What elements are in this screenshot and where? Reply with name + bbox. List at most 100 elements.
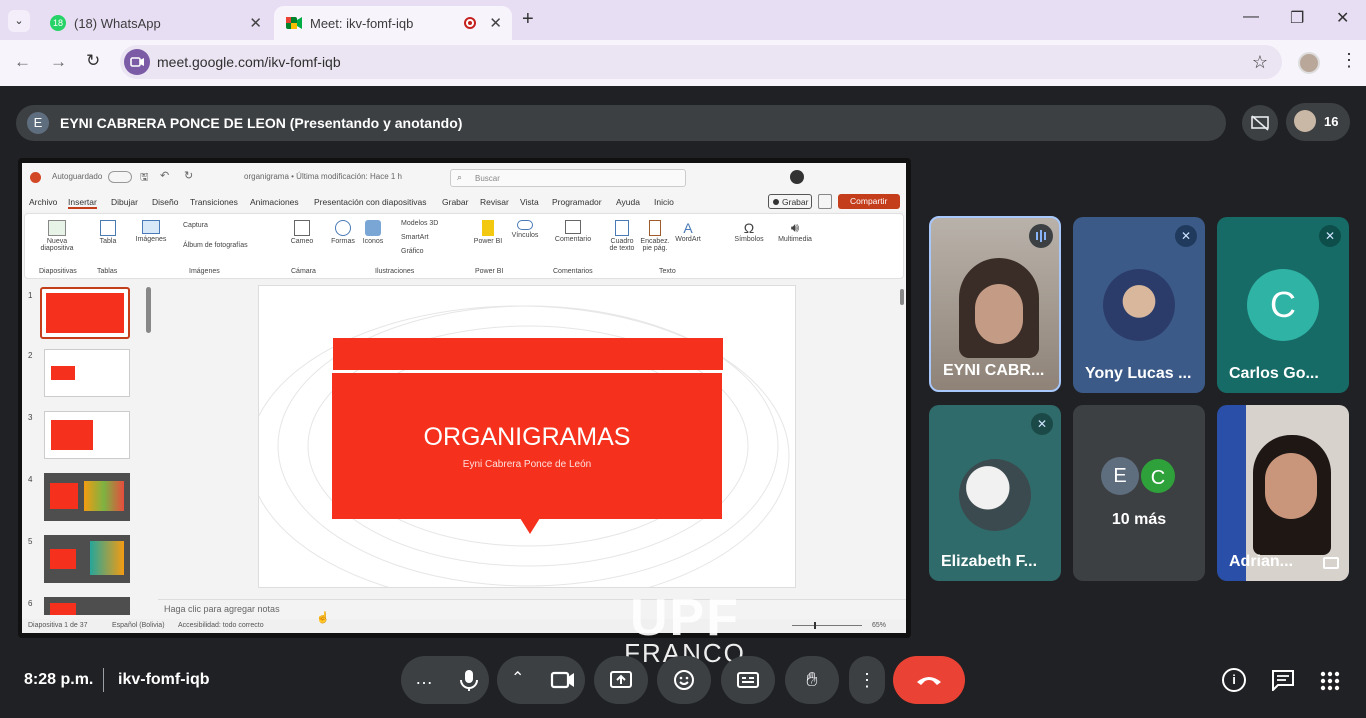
camera-button[interactable]: [543, 660, 583, 700]
ribbon-captura[interactable]: Captura: [183, 222, 208, 229]
captions-button[interactable]: [721, 656, 775, 704]
ribbon-grafico[interactable]: Gráfico: [401, 248, 424, 255]
menu-insertar[interactable]: Insertar: [68, 197, 97, 209]
menu-animaciones[interactable]: Animaciones: [250, 197, 299, 207]
ribbon-simbolos[interactable]: Ω Símbolos: [731, 220, 767, 243]
slide-number: 2: [28, 351, 33, 360]
menu-programador[interactable]: Programador: [552, 197, 602, 207]
video-options-icon[interactable]: ⌃: [511, 668, 524, 688]
tab-meet[interactable]: Meet: ikv-fomf-iqb ✕: [274, 6, 512, 40]
meeting-details-icon[interactable]: i: [1222, 668, 1246, 692]
slide-title-bar: [333, 338, 723, 370]
participants-button[interactable]: 16: [1286, 103, 1350, 141]
thumbnail-scrollbar[interactable]: [146, 287, 151, 333]
participant-tile-carlos[interactable]: C ✕ Carlos Go...: [1217, 217, 1349, 393]
ribbon-cameo[interactable]: Cameo: [287, 220, 317, 245]
participant-tile-adrian[interactable]: Adrian...: [1217, 405, 1349, 581]
ribbon-wordart[interactable]: A WordArt: [673, 220, 703, 243]
hide-presentation-button[interactable]: [1242, 105, 1278, 141]
participant-avatar: C: [1247, 269, 1319, 341]
share-button[interactable]: Compartir: [838, 194, 900, 209]
microphone-button[interactable]: [449, 660, 489, 700]
raise-hand-button[interactable]: ✋︎: [785, 656, 839, 704]
forward-icon[interactable]: →: [50, 52, 67, 72]
profile-avatar[interactable]: [1298, 52, 1320, 74]
notes-pane[interactable]: Haga clic para agregar notas: [158, 599, 906, 617]
ribbon-power-bi[interactable]: Power BI: [473, 220, 503, 245]
browser-menu-icon[interactable]: ⋮: [1340, 50, 1358, 71]
menu-presentacion[interactable]: Presentación con diapositivas: [314, 197, 426, 207]
more-participants-tile[interactable]: E C 10 más: [1073, 405, 1205, 581]
bookmark-star-icon[interactable]: ☆: [1252, 52, 1268, 73]
menu-transiciones[interactable]: Transiciones: [190, 197, 238, 207]
reactions-button[interactable]: [657, 656, 711, 704]
present-screen-button[interactable]: [594, 656, 648, 704]
more-options-button[interactable]: ⋮: [849, 656, 885, 704]
ribbon-nueva-diapositiva[interactable]: Nueva diapositiva: [35, 220, 79, 252]
ribbon-group-camara: Cámara: [291, 268, 316, 275]
menu-vista[interactable]: Vista: [520, 197, 539, 207]
chat-icon[interactable]: [1271, 669, 1295, 696]
back-icon[interactable]: ←: [14, 52, 31, 72]
ribbon-multimedia[interactable]: 🔊︎ Multimedia: [775, 220, 815, 243]
undo-icon[interactable]: ↶: [160, 169, 169, 182]
ribbon-smartart[interactable]: SmartArt: [401, 234, 429, 241]
presentation-stage[interactable]: Autoguardado 🖫 ↶ ↻ organigrama • Última …: [18, 158, 911, 638]
leave-call-button[interactable]: [893, 656, 965, 704]
zoom-slider[interactable]: [792, 622, 862, 629]
slide-thumbnail-6[interactable]: [44, 597, 130, 615]
participant-tile-eyni[interactable]: EYNI CABR...: [929, 216, 1061, 392]
activities-grid-icon[interactable]: [1320, 671, 1340, 696]
ribbon-cuadro-texto[interactable]: Cuadro de texto: [607, 220, 637, 252]
ppt-search-box[interactable]: ⌕ Buscar: [450, 169, 686, 187]
ribbon-formas[interactable]: Formas: [329, 220, 357, 245]
address-bar[interactable]: meet.google.com/ikv-fomf-iqb ☆: [120, 45, 1282, 79]
menu-dibujar[interactable]: Dibujar: [111, 197, 138, 207]
pip-icon[interactable]: [1323, 557, 1339, 569]
reload-icon[interactable]: ↻: [86, 51, 100, 71]
close-tab-icon[interactable]: ✕: [489, 14, 502, 32]
ribbon-tabla[interactable]: Tabla: [93, 220, 123, 245]
menu-revisar[interactable]: Revisar: [480, 197, 509, 207]
ribbon-vinculos[interactable]: Vínculos: [509, 220, 541, 239]
slide-thumbnail-5[interactable]: [44, 535, 130, 583]
redo-icon[interactable]: ↻: [184, 169, 193, 182]
slide-canvas[interactable]: ORGANIGRAMAS Eyni Cabrera Ponce de León: [258, 285, 796, 588]
menu-ayuda[interactable]: Ayuda: [616, 197, 640, 207]
comment-icon: [565, 220, 581, 234]
maximize-icon[interactable]: ❐: [1290, 8, 1304, 28]
meeting-code: ikv-fomf-iqb: [118, 671, 210, 688]
autosave-toggle[interactable]: [108, 171, 132, 183]
tab-whatsapp[interactable]: 18 (18) WhatsApp ✕: [38, 6, 272, 40]
tab-search-chevron-icon[interactable]: ⌄: [8, 10, 30, 32]
menu-diseno[interactable]: Diseño: [152, 197, 178, 207]
save-icon[interactable]: 🖫: [140, 170, 149, 187]
comments-icon[interactable]: [818, 194, 832, 209]
close-tab-icon[interactable]: ✕: [249, 14, 262, 32]
menu-archivo[interactable]: Archivo: [29, 197, 57, 207]
autosave-label: Autoguardado: [52, 172, 103, 181]
slide-thumbnail-1[interactable]: [40, 287, 130, 339]
slide-thumbnail-3[interactable]: [44, 411, 130, 459]
slide-thumbnail-2[interactable]: [44, 349, 130, 397]
status-accessibility[interactable]: Accesibilidad: todo correcto: [178, 622, 264, 629]
audio-options-icon[interactable]: …: [415, 668, 433, 689]
slide-thumbnail-4[interactable]: [44, 473, 130, 521]
ribbon-iconos[interactable]: Iconos: [359, 220, 387, 245]
ribbon-comentario[interactable]: Comentario: [551, 220, 595, 243]
window-close-icon[interactable]: ✕: [1336, 8, 1349, 28]
site-info-icon[interactable]: [124, 49, 150, 75]
new-tab-button[interactable]: +: [522, 8, 534, 31]
participant-tile-yony[interactable]: ✕ Yony Lucas ...: [1073, 217, 1205, 393]
ribbon-modelos-3d[interactable]: Modelos 3D: [401, 220, 438, 227]
participant-tile-elizabeth[interactable]: ✕ Elizabeth F...: [929, 405, 1061, 581]
record-button[interactable]: Grabar: [768, 194, 812, 209]
menu-inicio[interactable]: Inicio: [654, 197, 674, 207]
menu-grabar[interactable]: Grabar: [442, 197, 468, 207]
user-avatar[interactable]: [790, 170, 804, 184]
ribbon-album[interactable]: Álbum de fotografías: [183, 242, 248, 249]
slide-scrollbar[interactable]: [900, 289, 904, 305]
minimize-icon[interactable]: —: [1243, 8, 1259, 26]
ribbon-imagenes[interactable]: Imágenes: [133, 220, 169, 243]
ribbon-encabezado[interactable]: Encabez. pie pág.: [639, 220, 671, 252]
